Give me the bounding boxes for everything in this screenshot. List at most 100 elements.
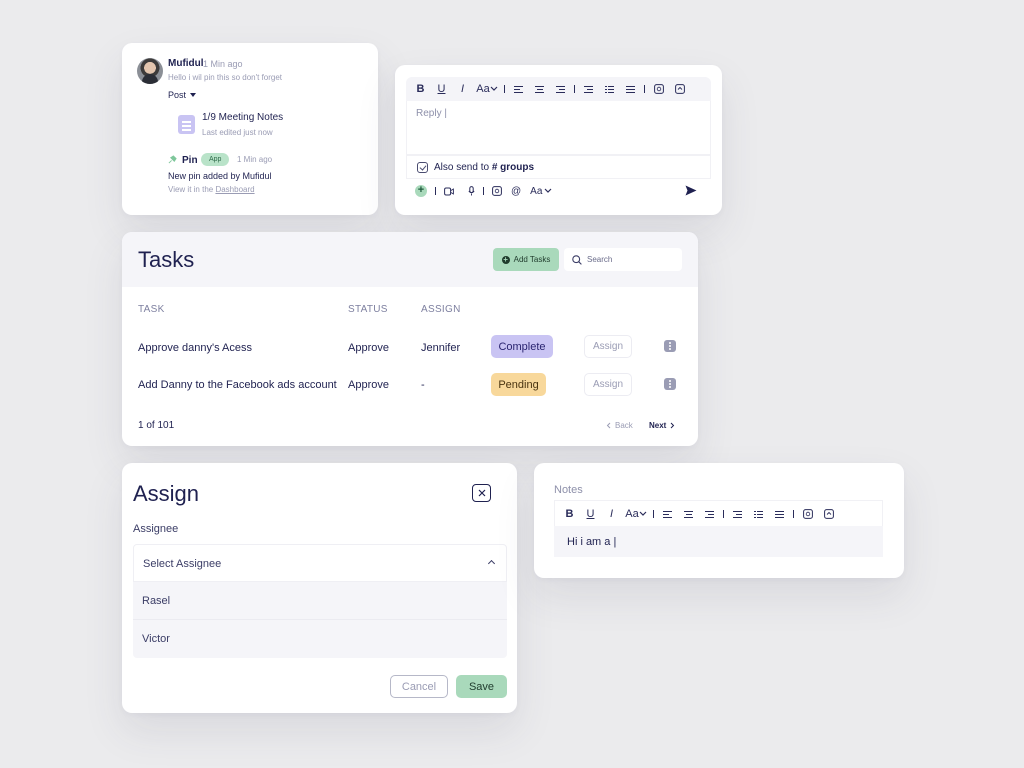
font-size-dropdown[interactable]: Aa: [473, 81, 501, 97]
back-button[interactable]: Back: [606, 421, 633, 430]
assignee-option[interactable]: Victor: [133, 620, 507, 658]
emoji-icon[interactable]: [492, 186, 502, 196]
mic-icon[interactable]: [468, 186, 475, 196]
task-status: Approve: [348, 379, 389, 391]
chevron-down-icon: [490, 86, 498, 91]
status-badge: Complete: [491, 335, 553, 358]
reply-editor: B U I Aa Reply | Also send to # groups +: [395, 65, 722, 215]
status-badge: Pending: [491, 373, 546, 396]
back-label: Back: [615, 421, 633, 430]
note-subtitle: Last edited just now: [202, 128, 273, 137]
task-status: Approve: [348, 342, 389, 354]
emoji-icon[interactable]: [648, 81, 669, 97]
reply-bottom-toolbar: + @ Aa: [415, 184, 705, 198]
more-icon[interactable]: [664, 340, 676, 352]
add-tasks-button[interactable]: + Add Tasks: [493, 248, 559, 271]
justify-icon[interactable]: [620, 81, 641, 97]
chevron-up-icon: [487, 559, 496, 568]
at-icon[interactable]: @: [511, 186, 521, 197]
font-size-dropdown[interactable]: Aa: [530, 186, 552, 197]
underline-icon[interactable]: U: [431, 81, 452, 97]
italic-icon[interactable]: I: [452, 81, 473, 97]
search-box[interactable]: [564, 248, 682, 271]
task-name: Approve danny's Acess: [138, 342, 253, 354]
post-dropdown[interactable]: Post: [168, 90, 197, 100]
assignee-select[interactable]: Select Assignee: [133, 544, 507, 582]
align-left-icon[interactable]: [508, 81, 529, 97]
task-assignee: -: [421, 379, 425, 391]
more-icon[interactable]: [664, 378, 676, 390]
font-size-dropdown[interactable]: Aa: [622, 506, 650, 522]
align-center-icon[interactable]: [529, 81, 550, 97]
assignee-option[interactable]: Rasel: [133, 582, 507, 620]
list-icon[interactable]: [748, 506, 769, 522]
search-input[interactable]: [587, 255, 677, 264]
italic-icon[interactable]: I: [601, 506, 622, 522]
assign-button[interactable]: Assign: [584, 335, 632, 358]
align-right-icon[interactable]: [699, 506, 720, 522]
reply-input[interactable]: Reply |: [406, 101, 711, 155]
pagination-count: 1 of 101: [138, 420, 175, 431]
chevron-down-icon: [639, 511, 647, 516]
attachment-icon[interactable]: [818, 506, 839, 522]
indent-icon[interactable]: [727, 506, 748, 522]
emoji-icon[interactable]: [797, 506, 818, 522]
pin-message: New pin added by Mufidul: [168, 171, 272, 181]
assignee-label: Assignee: [133, 523, 179, 535]
next-button[interactable]: Next: [649, 421, 675, 430]
chevron-down-icon: [544, 188, 552, 193]
comment-author[interactable]: Mufidul: [168, 58, 204, 69]
assign-button[interactable]: Assign: [584, 373, 632, 396]
send-icon[interactable]: [685, 185, 697, 196]
also-send-checkbox[interactable]: [417, 161, 428, 173]
column-header-task: TASK: [138, 304, 165, 315]
comment-card: Mufidul 1 Min ago Hello i wil pin this s…: [122, 43, 378, 215]
column-header-status: STATUS: [348, 304, 388, 315]
reply-placeholder: Reply |: [416, 108, 447, 119]
toolbar-divider: [435, 187, 436, 195]
notes-content: Hi i am a |: [567, 536, 617, 548]
notes-label: Notes: [554, 484, 583, 496]
underline-icon[interactable]: U: [580, 506, 601, 522]
list-icon[interactable]: [599, 81, 620, 97]
toolbar-divider: [504, 85, 505, 93]
caret-down-icon: [190, 93, 197, 97]
bold-icon[interactable]: B: [410, 81, 431, 97]
note-title[interactable]: 1/9 Meeting Notes: [202, 112, 283, 123]
dashboard-link[interactable]: Dashboard: [215, 185, 254, 194]
cancel-button[interactable]: Cancel: [390, 675, 448, 698]
close-button[interactable]: [472, 484, 491, 502]
modal-title: Assign: [133, 481, 200, 506]
plus-icon[interactable]: +: [415, 185, 427, 197]
tasks-panel: Tasks + Add Tasks TASK STATUS ASSIGN App…: [122, 232, 698, 446]
align-left-icon[interactable]: [657, 506, 678, 522]
page-title: Tasks: [138, 247, 195, 272]
avatar[interactable]: [137, 58, 163, 84]
app-badge: App: [201, 153, 230, 166]
task-assignee: Jennifer: [421, 342, 461, 354]
comment-time: 1 Min ago: [203, 59, 243, 69]
bold-icon[interactable]: B: [559, 506, 580, 522]
notes-input[interactable]: Hi i am a |: [554, 526, 883, 557]
pin-icon: [168, 155, 177, 164]
note-icon: [178, 115, 195, 134]
also-send-row[interactable]: Also send to # groups: [406, 155, 711, 179]
justify-icon[interactable]: [769, 506, 790, 522]
select-placeholder: Select Assignee: [143, 558, 222, 570]
attachment-icon[interactable]: [669, 81, 690, 97]
toolbar-divider: [793, 510, 794, 518]
save-button[interactable]: Save: [456, 675, 507, 698]
toolbar-divider: [574, 85, 575, 93]
notes-editor: Notes B U I Aa Hi i am a |: [534, 463, 904, 578]
column-header-assign: ASSIGN: [421, 304, 461, 315]
font-size-label: Aa: [530, 185, 543, 197]
video-icon[interactable]: [444, 187, 454, 196]
also-send-text: Also send to # groups: [434, 162, 534, 173]
align-right-icon[interactable]: [550, 81, 571, 97]
formatting-toolbar: B U I Aa: [410, 81, 690, 97]
chevron-left-icon: [606, 422, 611, 429]
indent-icon[interactable]: [578, 81, 599, 97]
assign-modal: Assign Assignee Select Assignee Rasel Vi…: [122, 463, 517, 713]
pin-view-text: View it in the Dashboard: [168, 185, 255, 194]
align-center-icon[interactable]: [678, 506, 699, 522]
